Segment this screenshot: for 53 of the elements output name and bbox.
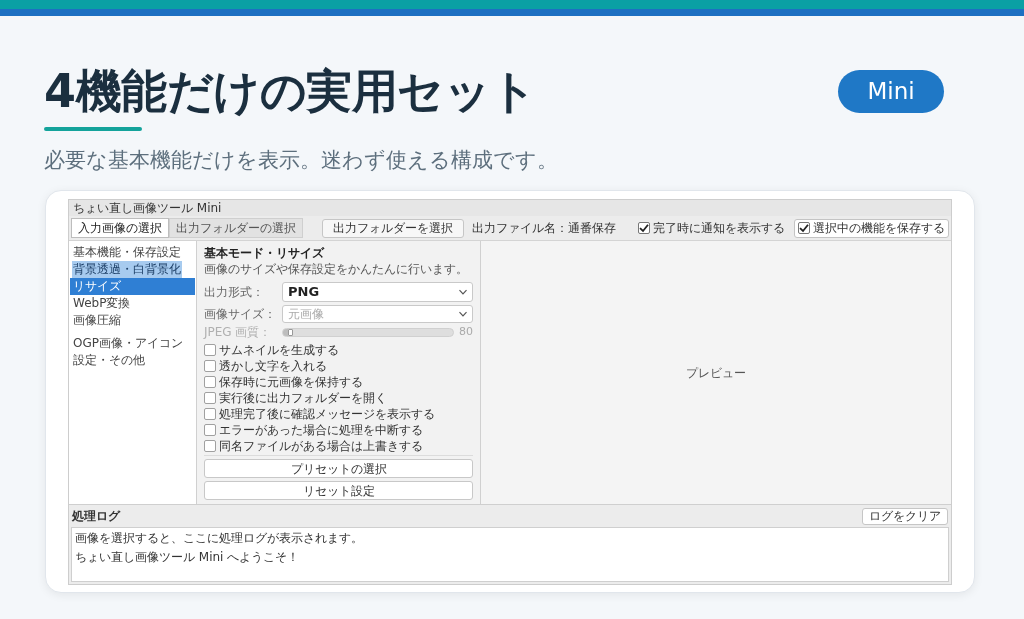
tab[interactable]: 入力画像の選択 (71, 218, 169, 238)
sidebar-item[interactable]: 画像圧縮 (70, 312, 195, 329)
checkbox-label[interactable]: 同名ファイルがある場合は上書きする (219, 437, 423, 455)
checkbox[interactable] (204, 376, 216, 388)
window-title: ちょい直し画像ツール Mini (69, 200, 951, 216)
checkbox[interactable] (204, 360, 216, 372)
sidebar-item[interactable]: 設定・その他 (70, 352, 195, 369)
slider-reading: 80 (459, 323, 473, 340)
checkbox-label[interactable]: エラーがあった場合に処理を中断する (219, 421, 423, 439)
log-line: ちょい直し画像ツール Mini へようこそ！ (75, 550, 301, 565)
sidebar-item[interactable]: 背景透過・白背景化 (72, 261, 182, 278)
select-field[interactable]: PNG (282, 282, 473, 302)
preview-label: プレビュー (686, 364, 746, 382)
field-label: JPEG 画質： (204, 324, 273, 341)
field-label: 出力形式： (204, 284, 265, 301)
chevron-down-icon (459, 288, 467, 296)
checkbox[interactable] (638, 222, 650, 234)
choose-folder-button[interactable]: 出力フォルダーを選択 (322, 218, 464, 238)
check-icon (639, 223, 649, 233)
checkbox[interactable] (204, 392, 216, 404)
checkbox[interactable] (204, 344, 216, 356)
chevron-down-icon (459, 310, 467, 318)
checkbox[interactable] (798, 222, 810, 234)
checkbox[interactable] (204, 440, 216, 452)
clear-log-button[interactable]: ログをクリア (862, 507, 948, 525)
panel-button[interactable]: リセット設定 (204, 481, 473, 500)
panel-title: 基本モード・リサイズ (204, 246, 326, 261)
checkbox[interactable] (204, 424, 216, 436)
sidebar-item[interactable]: WebP変換 (70, 295, 195, 312)
log-line: 画像を選択すると、ここに処理ログが表示されます。 (75, 531, 364, 546)
field-label: 画像サイズ： (204, 306, 277, 323)
panel-button[interactable]: プリセットの選択 (204, 459, 473, 478)
checkbox-label[interactable]: 処理完了後に確認メッセージを表示する (219, 405, 435, 423)
sidebar-item[interactable]: 基本機能・保存設定 (70, 244, 195, 261)
panel-description: 画像のサイズや保存設定をかんたんに行います。 (204, 262, 469, 277)
checkbox-label[interactable]: 透かし文字を入れる (219, 357, 327, 375)
version-badge: Mini (838, 69, 944, 113)
check-icon (799, 223, 809, 233)
sidebar-item[interactable]: リサイズ (70, 278, 195, 295)
tab[interactable]: 出力フォルダーの選択 (169, 218, 303, 238)
checkbox[interactable] (204, 408, 216, 420)
checkbox-label[interactable]: 選択中の機能を保存する (813, 219, 945, 237)
log-title: 処理ログ (72, 508, 120, 525)
checkbox-label[interactable]: サムネイルを生成する (219, 341, 339, 359)
output-filename-text: 出力ファイル名：通番保存 (472, 220, 616, 237)
log-output[interactable]: 画像を選択すると、ここに処理ログが表示されます。 ちょい直し画像ツール Mini へようこそ！ (71, 527, 949, 582)
page-title: 4機能だけの実用セット (44, 68, 537, 114)
checkbox-label[interactable]: 完了時に通知を表示する (653, 219, 785, 237)
sidebar-item[interactable]: OGP画像・アイコン (70, 335, 195, 352)
slider-track[interactable] (282, 327, 454, 337)
checkbox-label[interactable]: 実行後に出力フォルダーを開く (219, 389, 387, 407)
checkbox-label[interactable]: 保存時に元画像を保持する (219, 373, 363, 391)
page-subtitle: 必要な基本機能だけを表示。迷わず使える構成です。 (44, 147, 559, 174)
